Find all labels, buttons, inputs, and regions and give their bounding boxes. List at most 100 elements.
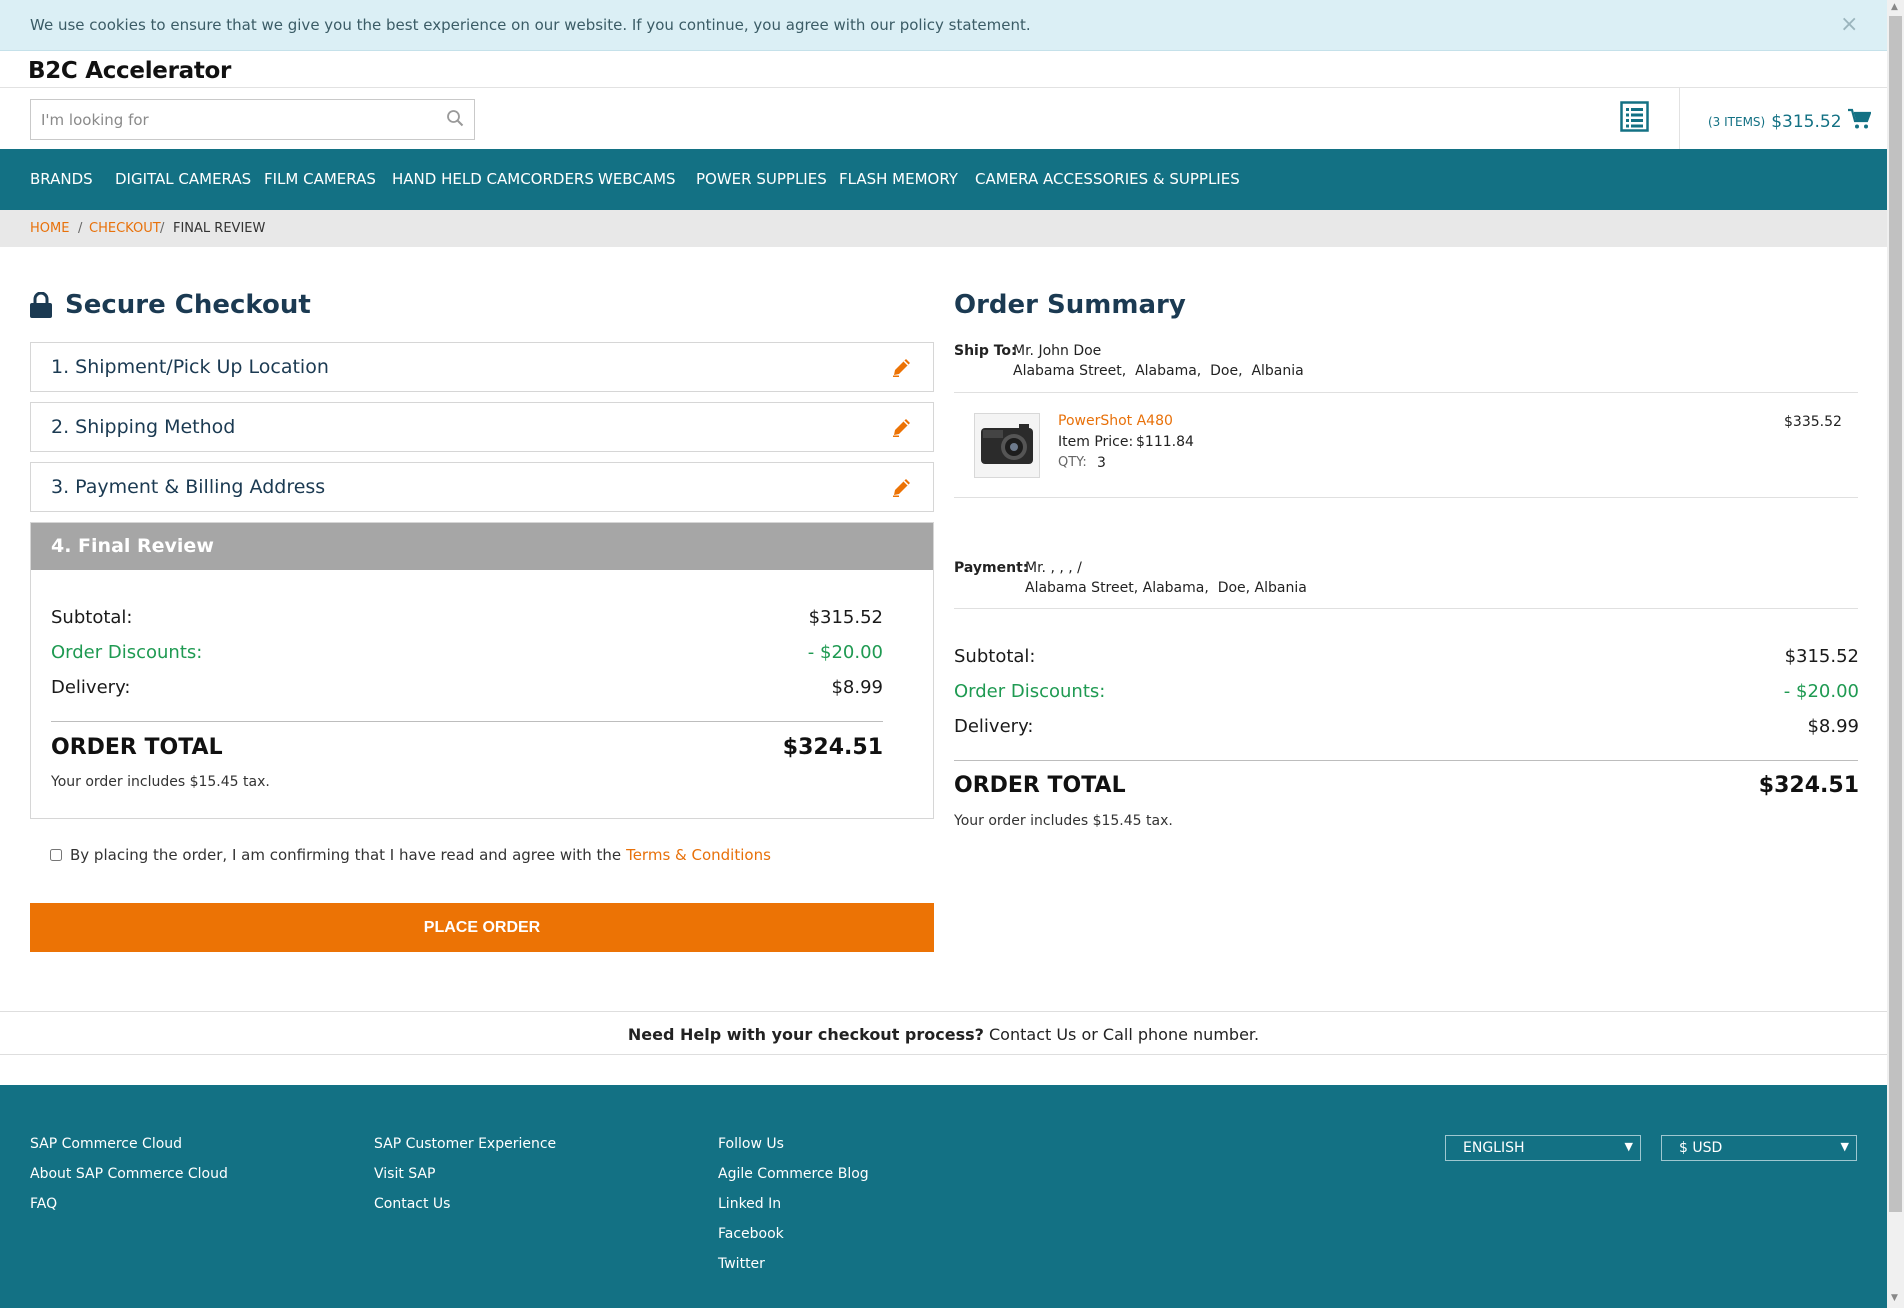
ship-to-address: Alabama Street, Alabama, Doe, Albania — [1013, 363, 1304, 379]
currency-value: $ USD — [1679, 1140, 1723, 1156]
breadcrumb-separator: / — [78, 221, 83, 236]
mini-cart[interactable]: (3 ITEMS) $315.52 — [1708, 108, 1872, 135]
step-shipment-location[interactable]: 1. Shipment/Pick Up Location — [30, 342, 934, 392]
product-name-link[interactable]: PowerShot A480 — [1058, 413, 1173, 429]
summary-tax-note: Your order includes $15.45 tax. — [954, 813, 1173, 829]
summary-subtotal-label: Subtotal: — [954, 646, 1036, 667]
payment-address: Alabama Street, Alabama, Doe, Albania — [1025, 580, 1307, 596]
help-contact[interactable]: Contact Us or Call phone number. — [984, 1025, 1259, 1044]
summary-totals-divider — [954, 760, 1858, 761]
delivery-label: Delivery: — [51, 677, 131, 698]
footer-link[interactable]: Twitter — [718, 1256, 765, 1272]
chevron-down-icon: ▼ — [1840, 1140, 1849, 1153]
payment-name: Mr. , , , / — [1025, 560, 1082, 576]
terms-checkbox[interactable] — [50, 849, 62, 861]
step-final-review-header: 4. Final Review — [31, 523, 933, 570]
summary-order-total-label: ORDER TOTAL — [954, 773, 1126, 798]
nav-power-supplies[interactable]: POWER SUPPLIES — [696, 170, 827, 188]
breadcrumb-current: FINAL REVIEW — [173, 221, 266, 236]
summary-divider — [954, 608, 1858, 609]
footer-link[interactable]: Linked In — [718, 1196, 781, 1212]
discounts-label: Order Discounts: — [51, 642, 203, 663]
footer-link[interactable]: Facebook — [718, 1226, 784, 1242]
place-order-button[interactable]: PLACE ORDER — [30, 903, 934, 952]
terms-agreement[interactable]: By placing the order, I am confirming th… — [50, 846, 771, 864]
item-price-label: Item Price: — [1058, 434, 1134, 450]
close-icon[interactable]: × — [1840, 12, 1858, 37]
nav-digital-cameras[interactable]: DIGITAL CAMERAS — [115, 170, 251, 188]
header-separator — [1679, 88, 1680, 150]
scroll-up-icon[interactable]: ▲ — [1891, 2, 1898, 12]
summary-order-total-value: $324.51 — [1758, 773, 1859, 798]
step-label: 1. Shipment/Pick Up Location — [51, 356, 329, 378]
cart-icon — [1847, 108, 1872, 135]
nav-webcams[interactable]: WEBCAMS — [598, 170, 676, 188]
search-box[interactable] — [30, 99, 475, 140]
edit-pencil-icon[interactable] — [891, 416, 913, 442]
ship-to-label: Ship To: — [954, 343, 1017, 359]
product-thumbnail[interactable] — [974, 413, 1040, 478]
search-input[interactable] — [41, 109, 421, 131]
nav-flash-memory[interactable]: FLASH MEMORY — [839, 170, 958, 188]
scrollbar-thumb[interactable] — [1889, 16, 1902, 1212]
subtotal-value: $315.52 — [808, 607, 883, 628]
footer-link[interactable]: Agile Commerce Blog — [718, 1166, 869, 1182]
scroll-down-icon[interactable]: ▼ — [1891, 1293, 1898, 1303]
footer-heading: Follow Us — [718, 1136, 784, 1152]
nav-brands[interactable]: BRANDS — [30, 170, 93, 188]
terms-text: By placing the order, I am confirming th… — [70, 846, 622, 864]
summary-delivery-label: Delivery: — [954, 716, 1034, 737]
language-select[interactable]: ENGLISH ▼ — [1445, 1135, 1641, 1161]
totals-divider — [51, 721, 883, 722]
footer-link[interactable]: Visit SAP — [374, 1166, 435, 1182]
footer-link[interactable]: FAQ — [30, 1196, 57, 1212]
breadcrumb: HOME / CHECKOUT / FINAL REVIEW — [0, 210, 1887, 247]
summary-divider — [954, 392, 1858, 393]
language-value: ENGLISH — [1463, 1140, 1525, 1156]
category-nav: BRANDS DIGITAL CAMERAS FILM CAMERAS HAND… — [0, 149, 1887, 210]
breadcrumb-home[interactable]: HOME — [30, 221, 69, 236]
currency-select[interactable]: $ USD ▼ — [1661, 1135, 1857, 1161]
delivery-value: $8.99 — [831, 677, 883, 698]
page-title: Secure Checkout — [65, 290, 311, 320]
cart-total: $315.52 — [1771, 111, 1842, 132]
line-total: $335.52 — [1784, 414, 1842, 430]
cart-item-count: (3 ITEMS) — [1708, 114, 1766, 129]
chevron-down-icon: ▼ — [1624, 1140, 1633, 1153]
nav-camera-accessories[interactable]: CAMERA ACCESSORIES & SUPPLIES — [975, 170, 1240, 188]
breadcrumb-separator: / — [160, 221, 165, 236]
help-text: Need Help with your checkout process? Co… — [0, 1025, 1887, 1044]
step-label: 2. Shipping Method — [51, 416, 236, 438]
order-total-label: ORDER TOTAL — [51, 735, 223, 760]
site-footer: SAP Commerce Cloud About SAP Commerce Cl… — [0, 1085, 1887, 1308]
site-logo[interactable]: B2C Accelerator — [28, 58, 231, 84]
order-total-value: $324.51 — [782, 735, 883, 760]
subtotal-label: Subtotal: — [51, 607, 133, 628]
cookie-banner: We use cookies to ensure that we give yo… — [0, 0, 1887, 51]
step-payment-billing[interactable]: 3. Payment & Billing Address — [30, 462, 934, 512]
edit-pencil-icon[interactable] — [891, 356, 913, 382]
lock-icon — [29, 291, 53, 322]
help-question: Need Help with your checkout process? — [627, 1025, 984, 1044]
cookie-message: We use cookies to ensure that we give yo… — [30, 16, 1031, 34]
item-price-value: $111.84 — [1136, 434, 1194, 450]
terms-link[interactable]: Terms & Conditions — [626, 846, 771, 864]
edit-pencil-icon[interactable] — [891, 476, 913, 502]
summary-subtotal-value: $315.52 — [1784, 646, 1859, 667]
summary-divider — [954, 497, 1858, 498]
order-list-icon[interactable] — [1620, 101, 1649, 136]
summary-discounts-label: Order Discounts: — [954, 681, 1106, 702]
payment-label: Payment: — [954, 560, 1029, 576]
step-shipping-method[interactable]: 2. Shipping Method — [30, 402, 934, 452]
footer-link[interactable]: About SAP Commerce Cloud — [30, 1166, 228, 1182]
breadcrumb-checkout[interactable]: CHECKOUT — [89, 221, 161, 236]
footer-link[interactable]: Contact Us — [374, 1196, 450, 1212]
footer-link[interactable]: SAP Customer Experience — [374, 1136, 556, 1152]
nav-film-cameras[interactable]: FILM CAMERAS — [264, 170, 376, 188]
page-scrollbar[interactable]: ▲ ▼ — [1887, 0, 1904, 1308]
search-icon[interactable] — [446, 109, 464, 131]
nav-hand-held-camcorders[interactable]: HAND HELD CAMCORDERS — [392, 170, 594, 188]
summary-discounts-value: - $20.00 — [1783, 681, 1859, 702]
footer-link[interactable]: SAP Commerce Cloud — [30, 1136, 182, 1152]
header-divider — [0, 87, 1887, 88]
